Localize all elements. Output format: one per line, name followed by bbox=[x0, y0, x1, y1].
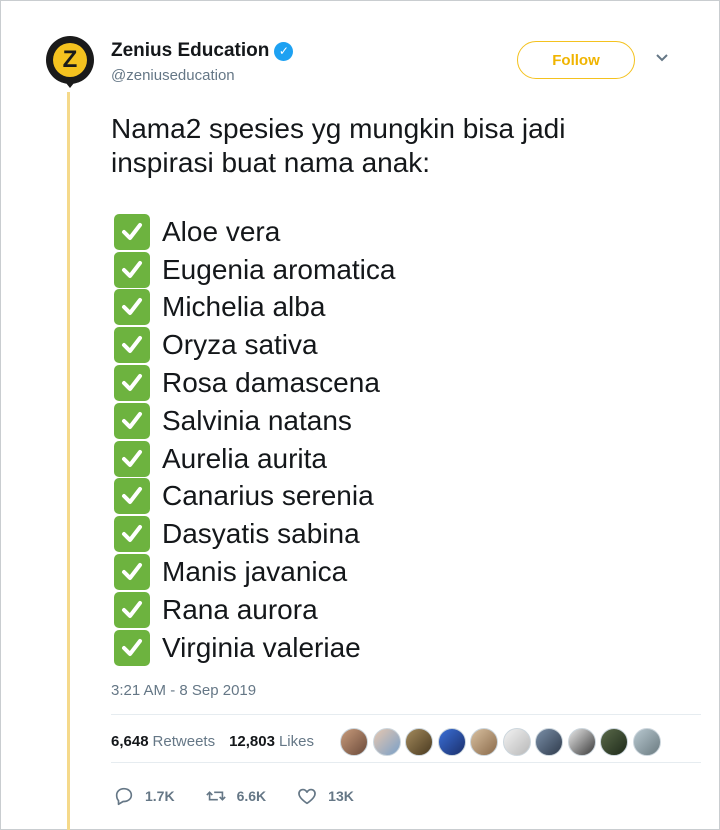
avatar-logo: Z bbox=[53, 43, 87, 77]
retweets-label[interactable]: Retweets bbox=[153, 733, 216, 750]
species-name: Oryza sativa bbox=[162, 329, 318, 361]
list-item: Aloe vera bbox=[114, 213, 395, 251]
divider bbox=[111, 762, 701, 763]
liker-avatar[interactable] bbox=[502, 728, 531, 756]
likes-count[interactable]: 12,803 bbox=[229, 733, 275, 750]
check-mark-icon bbox=[114, 478, 150, 515]
list-item: Michelia alba bbox=[114, 289, 395, 327]
liker-avatar[interactable] bbox=[535, 728, 563, 756]
species-name: Eugenia aromatica bbox=[162, 253, 396, 285]
list-item: Dasyatis sabina bbox=[114, 515, 395, 553]
liker-avatar[interactable] bbox=[340, 728, 368, 756]
species-name: Aurelia aurita bbox=[162, 442, 327, 474]
check-mark-icon bbox=[114, 327, 150, 364]
check-mark-icon bbox=[114, 402, 150, 439]
tweet-text: Nama2 spesies yg mungkin bisa jadi inspi… bbox=[111, 112, 671, 180]
list-item: Virginia valeriae bbox=[114, 629, 395, 667]
tweet-intro-line-2: inspirasi buat nama anak: bbox=[111, 147, 431, 178]
check-mark-icon bbox=[114, 591, 150, 628]
like-button[interactable]: 13K bbox=[296, 785, 354, 807]
check-mark-icon bbox=[114, 365, 150, 402]
like-count: 13K bbox=[328, 788, 354, 804]
list-item: Oryza sativa bbox=[114, 326, 395, 364]
check-mark-icon bbox=[114, 554, 150, 591]
engagement-stats: 6,648 Retweets 12,803 Likes bbox=[111, 733, 328, 750]
species-name: Canarius serenia bbox=[162, 480, 374, 512]
list-item: Manis javanica bbox=[114, 553, 395, 591]
follow-button[interactable]: Follow bbox=[517, 41, 635, 79]
check-mark-icon bbox=[114, 516, 150, 553]
liker-avatar[interactable] bbox=[632, 728, 661, 756]
species-name: Salvinia natans bbox=[162, 404, 352, 436]
liker-avatar[interactable] bbox=[470, 728, 498, 756]
display-name[interactable]: Zenius Education bbox=[111, 40, 269, 62]
reply-icon bbox=[115, 787, 133, 806]
liker-avatar[interactable] bbox=[437, 728, 466, 756]
list-item: Aurelia aurita bbox=[114, 440, 395, 478]
reply-count: 1.7K bbox=[145, 788, 175, 804]
likes-label[interactable]: Likes bbox=[279, 733, 314, 750]
retweet-icon bbox=[205, 791, 226, 801]
list-item: Salvinia natans bbox=[114, 402, 395, 440]
species-name: Dasyatis sabina bbox=[162, 518, 360, 550]
list-item: Eugenia aromatica bbox=[114, 251, 395, 289]
tweet-timestamp[interactable]: 3:21 AM - 8 Sep 2019 bbox=[111, 682, 256, 699]
species-list: Aloe vera Eugenia aromatica Michelia alb… bbox=[114, 213, 395, 667]
check-mark-icon bbox=[114, 251, 150, 288]
liker-avatar[interactable] bbox=[567, 728, 596, 756]
check-mark-icon bbox=[114, 440, 150, 477]
species-name: Virginia valeriae bbox=[162, 631, 361, 663]
retweets-count[interactable]: 6,648 bbox=[111, 733, 149, 750]
avatar-logo-tail bbox=[62, 78, 78, 88]
list-item: Rana aurora bbox=[114, 591, 395, 629]
check-mark-icon bbox=[114, 213, 150, 250]
avatar[interactable]: Z bbox=[46, 36, 94, 84]
species-name: Aloe vera bbox=[162, 215, 281, 247]
list-item: Canarius serenia bbox=[114, 478, 395, 516]
species-name: Manis javanica bbox=[162, 556, 348, 588]
list-item: Rosa damascena bbox=[114, 364, 395, 402]
check-mark-icon bbox=[114, 289, 150, 326]
heart-icon bbox=[298, 788, 316, 805]
divider bbox=[111, 714, 701, 715]
species-name: Michelia alba bbox=[162, 291, 326, 323]
tweet-intro-line-1: Nama2 spesies yg mungkin bisa jadi bbox=[111, 113, 566, 144]
user-handle[interactable]: @zeniuseducation bbox=[111, 67, 235, 84]
retweet-count: 6.6K bbox=[236, 788, 267, 804]
liker-avatar[interactable] bbox=[372, 728, 401, 756]
check-mark-icon bbox=[114, 629, 150, 666]
liker-avatar[interactable] bbox=[600, 728, 628, 756]
thread-line bbox=[67, 92, 70, 830]
tweet-actions: 1.7K 6.6K 13K bbox=[113, 785, 384, 807]
reply-button[interactable]: 1.7K bbox=[113, 785, 175, 807]
verified-badge-icon: ✓ bbox=[274, 41, 294, 61]
retweet-button[interactable]: 6.6K bbox=[205, 785, 267, 807]
liker-avatar[interactable] bbox=[405, 728, 433, 756]
species-name: Rosa damascena bbox=[162, 367, 380, 399]
species-name: Rana aurora bbox=[162, 593, 318, 625]
liker-avatars bbox=[340, 728, 665, 756]
chevron-down-icon[interactable] bbox=[654, 52, 670, 64]
